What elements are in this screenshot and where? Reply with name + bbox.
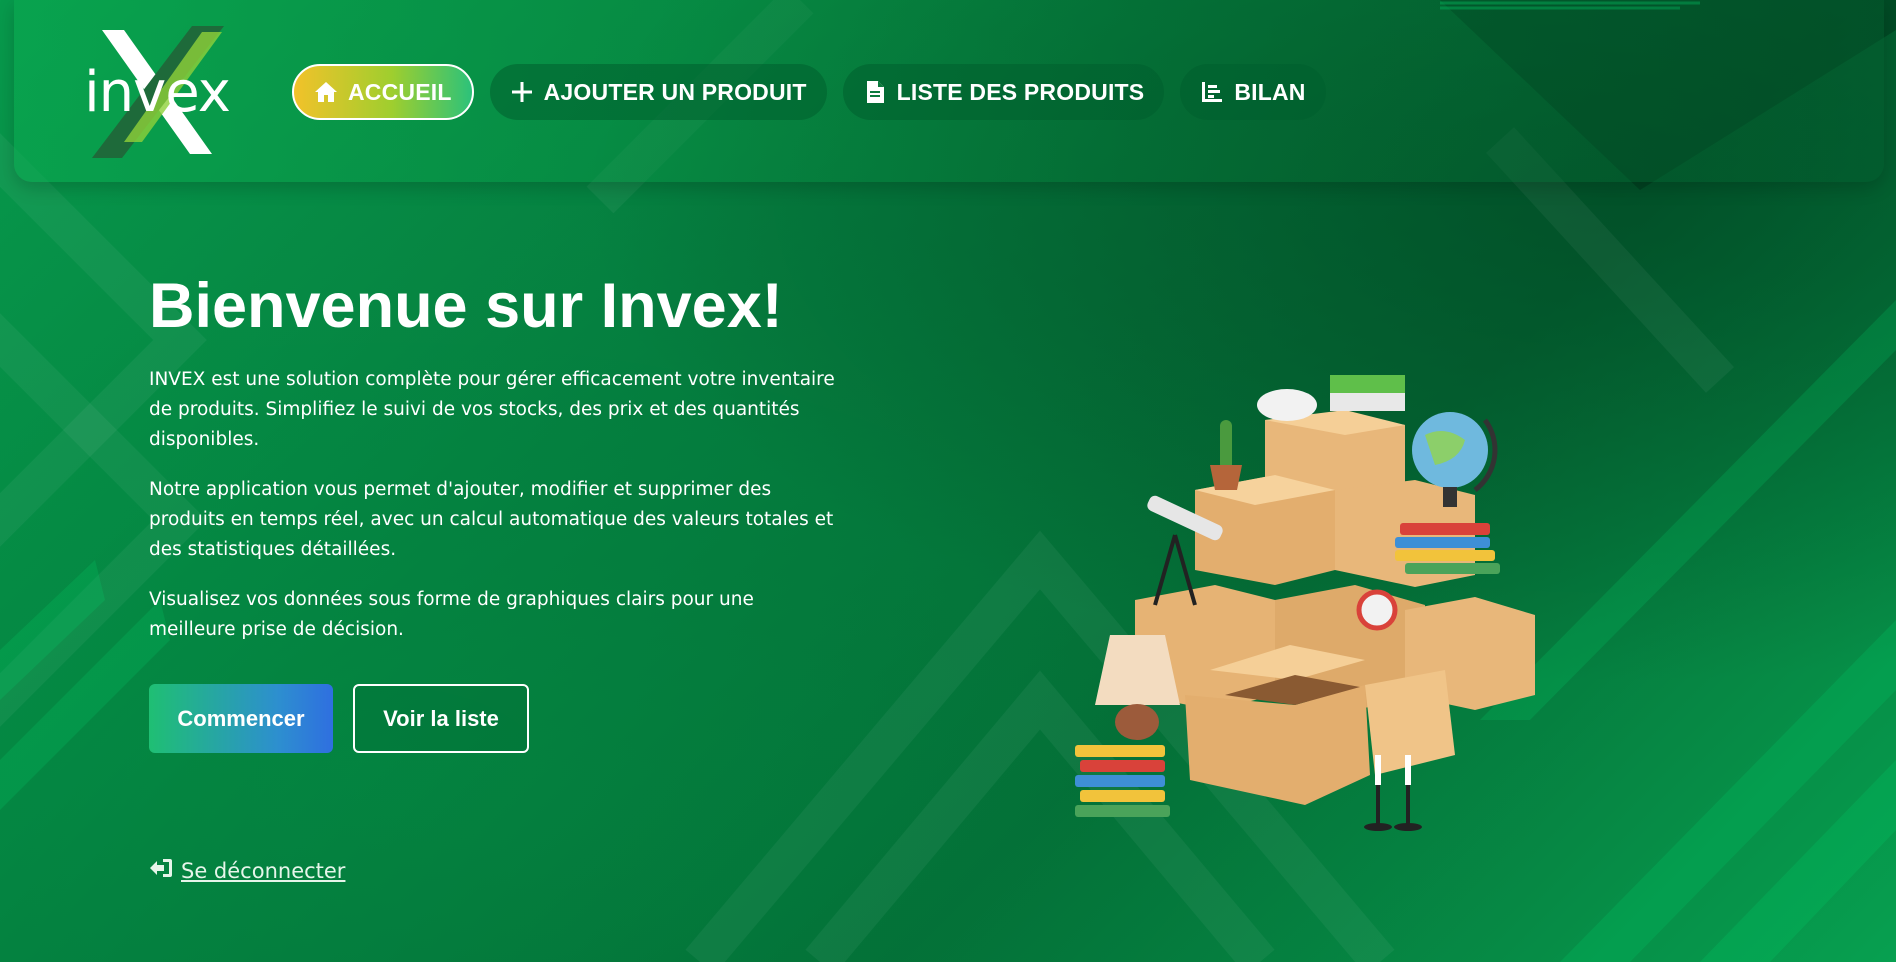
sign-out-icon — [149, 857, 173, 884]
nav-bilan-label: BILAN — [1234, 78, 1306, 105]
home-icon — [314, 80, 338, 104]
document-icon — [863, 80, 887, 104]
main-nav: ACCUEIL AJOUTER UN PRODUIT LISTE DES PRO… — [292, 64, 1326, 120]
logout-link[interactable]: Se déconnecter — [149, 857, 345, 884]
intro-paragraph-2: Notre application vous permet d'ajouter,… — [149, 479, 834, 560]
nav-accueil[interactable]: ACCUEIL — [292, 64, 474, 120]
plus-icon — [510, 80, 534, 104]
nav-liste-produits[interactable]: LISTE DES PRODUITS — [842, 64, 1165, 120]
invex-logo[interactable]: invex — [62, 22, 252, 162]
intro-paragraph-1: INVEX est une solution complète pour gér… — [149, 369, 835, 450]
nav-liste-produits-label: LISTE DES PRODUITS — [896, 78, 1145, 105]
logout-label: Se déconnecter — [181, 858, 346, 883]
commencer-button[interactable]: Commencer — [149, 684, 333, 753]
nav-bilan[interactable]: BILAN — [1180, 64, 1326, 120]
boxes-illustration-svg — [1075, 375, 1535, 831]
top-navbar: invex ACCUEIL AJOUTER UN PRODUIT LISTE D… — [14, 0, 1884, 182]
chart-bar-icon — [1200, 80, 1224, 104]
intro-paragraph-3: Visualisez vos données sous forme de gra… — [149, 589, 754, 640]
page-title: Bienvenue sur Invex! — [149, 271, 783, 341]
boxes-illustration — [1075, 365, 1545, 865]
nav-accueil-label: ACCUEIL — [348, 78, 452, 105]
voir-liste-button[interactable]: Voir la liste — [353, 684, 529, 753]
logo-text: invex — [84, 60, 231, 125]
nav-ajouter-produit-label: AJOUTER UN PRODUIT — [543, 78, 807, 105]
nav-ajouter-produit[interactable]: AJOUTER UN PRODUIT — [489, 64, 827, 120]
